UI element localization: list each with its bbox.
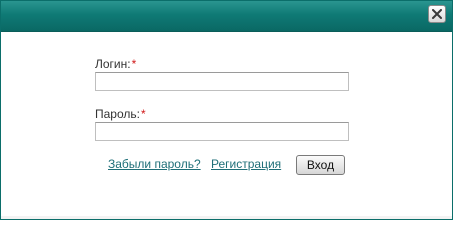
forgot-password-link[interactable]: Забыли пароль? bbox=[108, 157, 201, 171]
login-required-mark: * bbox=[131, 57, 137, 71]
dialog-bottom-edge bbox=[1, 216, 452, 219]
dialog-titlebar bbox=[1, 1, 452, 32]
password-required-mark: * bbox=[140, 107, 146, 121]
login-label: Логин:* bbox=[95, 57, 136, 71]
password-input[interactable] bbox=[95, 122, 349, 141]
login-input[interactable] bbox=[95, 72, 349, 91]
close-icon bbox=[432, 9, 442, 19]
close-button[interactable] bbox=[428, 5, 446, 23]
password-label: Пароль:* bbox=[95, 107, 146, 121]
register-link[interactable]: Регистрация bbox=[211, 157, 281, 171]
password-label-text: Пароль: bbox=[95, 107, 140, 121]
login-button[interactable]: Вход bbox=[296, 155, 345, 175]
login-dialog: Логин:* Пароль:* Забыли пароль? Регистра… bbox=[0, 0, 453, 220]
login-label-text: Логин: bbox=[95, 57, 131, 71]
